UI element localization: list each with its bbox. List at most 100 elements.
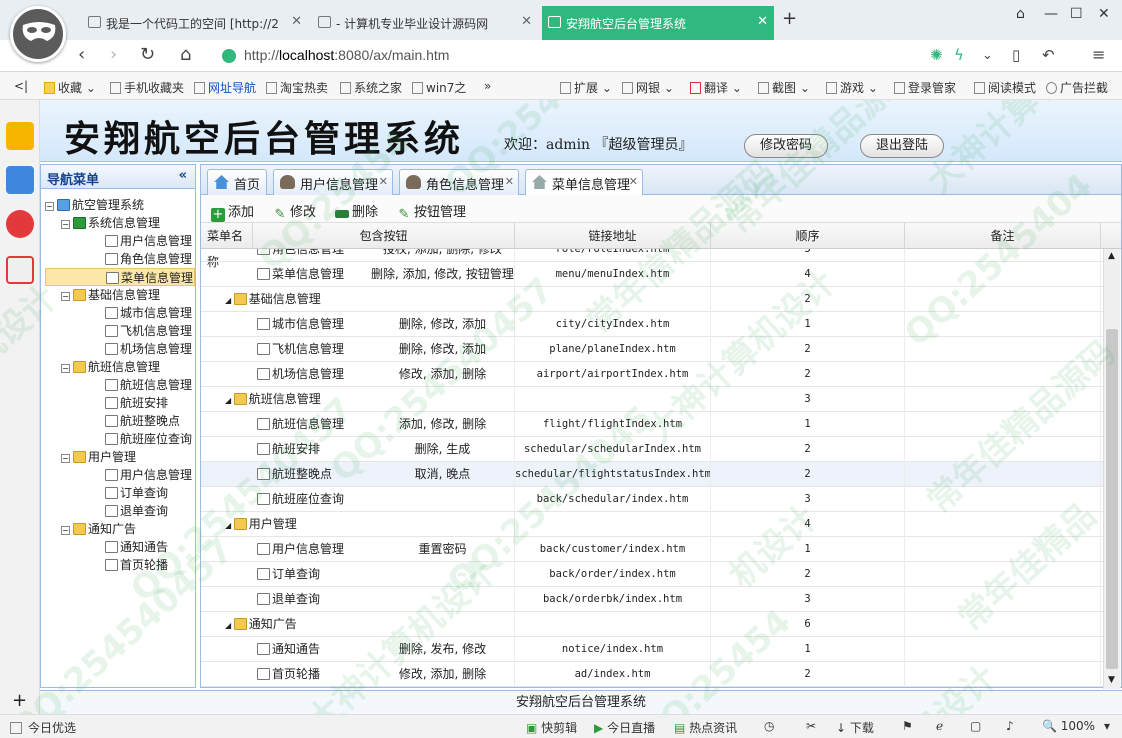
table-row[interactable]: 航班座位查询 back/schedular/index.htm 3 [201,487,1103,512]
tree-node[interactable]: 退单查询 [45,502,195,520]
tools-icon[interactable]: ✂ [806,719,816,733]
home-icon[interactable]: ⌂ [180,44,191,65]
new-tab-button[interactable]: + [782,8,797,29]
close-icon[interactable]: ✕ [291,14,302,29]
vertical-scrollbar[interactable]: ▲ ▼ [1103,249,1120,689]
reader-mode-button[interactable]: 阅读模式 [974,79,1036,96]
browser-tab-active[interactable]: 安翔航空后台管理系统 ✕ [542,6,774,40]
fav-item[interactable]: 淘宝热卖 [266,79,328,96]
collapse-icon[interactable]: « [179,168,187,183]
table-row[interactable]: ◢ 用户管理 4 [201,512,1103,537]
quick-clip-button[interactable]: ▣ 快剪辑 [526,719,577,736]
tab-user-info[interactable]: 用户信息管理 ✕ [273,169,393,195]
undo-icon[interactable]: ↶ [1042,46,1055,64]
fav-item[interactable]: win7之 [412,79,466,96]
col-header-remark[interactable]: 备注 [905,223,1101,249]
collapse-toggle-icon[interactable]: − [61,220,70,229]
close-icon[interactable]: ✕ [379,175,388,188]
today-picks[interactable]: 今日优选 [10,719,76,736]
collapse-toggle-icon[interactable]: − [45,202,54,211]
collapse-toggle-icon[interactable]: − [61,526,70,535]
sound-icon[interactable]: ♪ [1006,719,1014,733]
expand-arrow-icon[interactable]: ◢ [225,621,234,630]
close-icon[interactable]: ✕ [505,175,514,188]
tree-node[interactable]: 通知通告 [45,538,195,556]
tree-node[interactable]: 城市信息管理 [45,304,195,322]
expand-arrow-icon[interactable]: ◢ [225,521,234,530]
table-row[interactable]: 菜单信息管理 删除, 添加, 修改, 按钮管理 menu/menuIndex.htm… [201,262,1103,287]
table-row[interactable]: ◢ 基础信息管理 2 [201,287,1103,312]
bank-button[interactable]: 网银 ⌄ [622,79,674,96]
star-icon[interactable] [6,122,34,150]
lightning-icon[interactable]: ϟ [954,46,964,64]
tab-menu-info[interactable]: 菜单信息管理 ✕ [525,169,643,196]
expand-icon[interactable]: ▾ [1104,719,1110,733]
manage-buttons-button[interactable]: ✎ 按钮管理 [397,201,466,222]
live-button[interactable]: ▶ 今日直播 [594,719,655,736]
close-icon[interactable]: ✕ [521,14,532,29]
forward-icon[interactable]: › [110,44,117,65]
fav-item[interactable]: 收藏 ⌄ [44,79,96,96]
screenshot-button[interactable]: 截图 ⌄ [758,79,810,96]
browser-logo[interactable] [10,6,66,62]
fav-item[interactable]: 网址导航 [194,79,256,96]
scroll-down-icon[interactable]: ▼ [1108,675,1115,685]
add-icon[interactable]: + [12,690,27,711]
browser-tab[interactable]: 我是一个代码工的空间 [http://2 ✕ [82,6,308,40]
weibo-icon[interactable] [6,210,34,238]
collapse-toggle-icon[interactable]: − [61,364,70,373]
tree-node[interactable]: − 用户管理 [45,448,195,466]
mail-icon[interactable] [6,256,34,284]
tree-node[interactable]: 航班信息管理 [45,376,195,394]
col-header-buttons[interactable]: 包含按钮 [253,223,515,249]
shirt-icon[interactable]: ⌂ [1016,6,1025,22]
maximize-icon[interactable]: ☐ [1070,6,1083,22]
collapse-toggle-icon[interactable]: − [61,292,70,301]
delete-button[interactable]: 删除 [335,201,378,220]
download-button[interactable]: ↓ 下载 [836,719,874,736]
table-row[interactable]: 城市信息管理 删除, 修改, 添加 city/cityIndex.htm 1 [201,312,1103,337]
url-field[interactable]: http://localhost:8080/ax/main.htm [218,43,1002,69]
col-header-order[interactable]: 顺序 [711,223,905,249]
accelerate-icon[interactable]: ✺ [930,46,943,64]
add-button[interactable]: + 添加 [211,201,254,222]
scrollbar-thumb[interactable] [1106,329,1118,669]
tree-node[interactable]: 角色信息管理 [45,250,195,268]
back-icon[interactable]: ‹ [78,44,85,65]
tree-node[interactable]: 用户信息管理 [45,466,195,484]
table-row[interactable]: 通知通告 删除, 发布, 修改 notice/index.htm 1 [201,637,1103,662]
table-row[interactable]: 机场信息管理 修改, 添加, 删除 airport/airportIndex.htm… [201,362,1103,387]
speed-icon[interactable]: ◷ [764,719,774,733]
tree-node[interactable]: 航班座位查询 [45,430,195,448]
tree-node[interactable]: − 航班信息管理 [45,358,195,376]
sidebar-toggle-icon[interactable]: <| [14,79,28,93]
tab-home[interactable]: 首页 [207,169,267,195]
table-row[interactable]: 航班整晚点 取消, 晚点 schedular/flightstatusIndex.h… [201,462,1103,487]
close-icon[interactable]: ✕ [629,175,638,188]
tree-node[interactable]: − 通知广告 [45,520,195,538]
news-button[interactable]: ▤ 热点资讯 [674,719,737,736]
expand-arrow-icon[interactable]: ◢ [225,296,234,305]
change-password-button[interactable]: 修改密码 [744,134,828,158]
table-row[interactable]: ◢ 通知广告 6 [201,612,1103,637]
reload-icon[interactable]: ↻ [140,44,155,65]
table-row[interactable]: 航班信息管理 添加, 修改, 删除 flight/flightIndex.htm 1 [201,412,1103,437]
zoom-level[interactable]: 🔍 100% [1042,719,1095,733]
login-manager-button[interactable]: 登录管家 [894,79,956,96]
scroll-up-icon[interactable]: ▲ [1108,251,1115,261]
table-row[interactable]: 首页轮播 修改, 添加, 删除 ad/index.htm 2 [201,662,1103,687]
tab-role-info[interactable]: 角色信息管理 ✕ [399,169,519,195]
minimize-icon[interactable]: — [1044,6,1058,22]
extensions-button[interactable]: 扩展 ⌄ [560,79,612,96]
tree-node[interactable]: 航班安排 [45,394,195,412]
tree-node[interactable]: 飞机信息管理 [45,322,195,340]
tree-node[interactable]: 订单查询 [45,484,195,502]
menu-icon[interactable]: ≡ [1092,45,1105,64]
ie-icon[interactable]: ℯ [936,719,943,733]
fav-more[interactable]: » [484,79,491,93]
phone-icon[interactable]: ▯ [1012,46,1020,64]
translate-button[interactable]: 翻译 ⌄ [690,79,742,96]
fav-item[interactable]: 系统之家 [340,79,402,96]
tree-node[interactable]: 菜单信息管理 [45,268,195,286]
flag-icon[interactable]: ⚑ [902,719,913,733]
